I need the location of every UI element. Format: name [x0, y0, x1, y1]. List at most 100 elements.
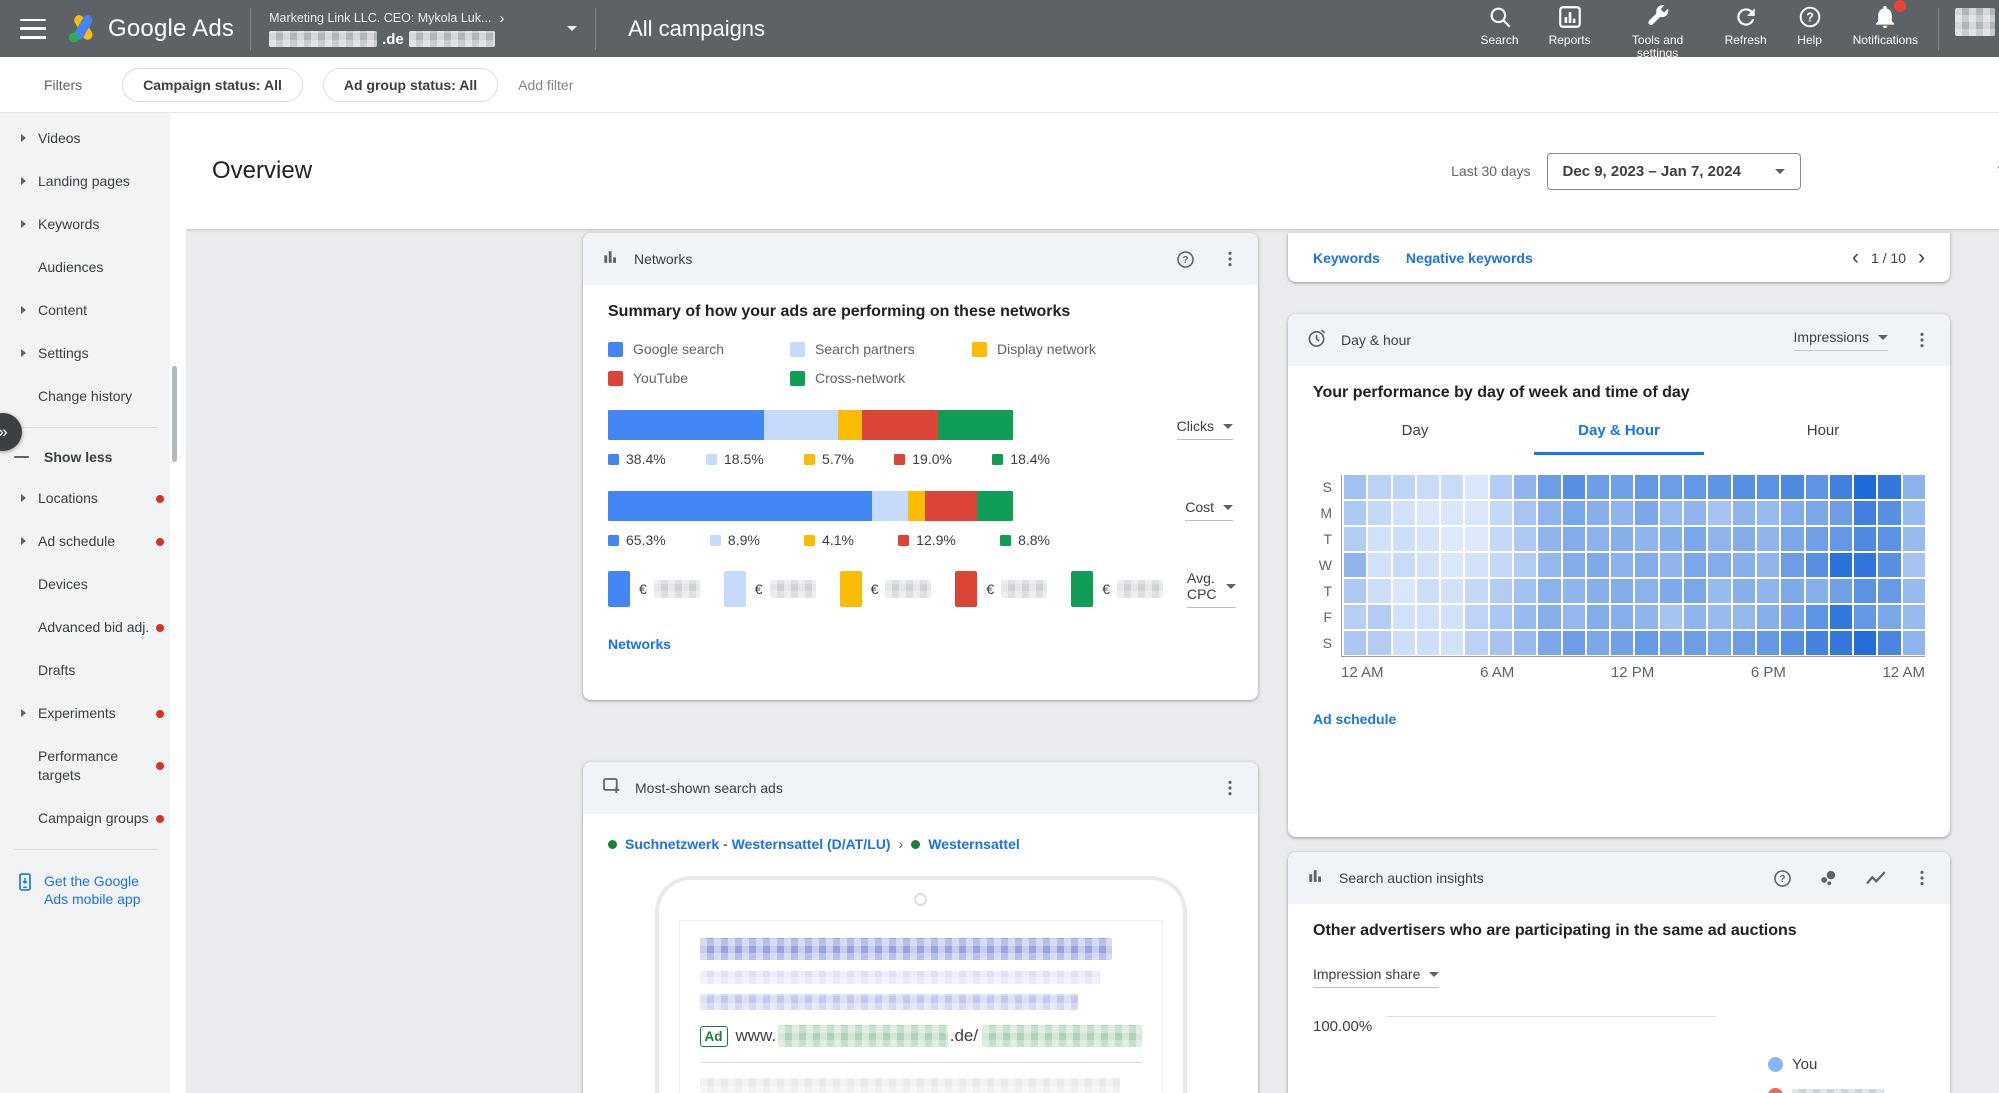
heatmap-cell-r5c14[interactable]: [1684, 605, 1706, 629]
account-selector[interactable]: Marketing Link LLC. CEO: Mykola Luk...› …: [253, 6, 563, 52]
heatmap-cell-r5c2[interactable]: [1393, 605, 1415, 629]
heatmap-cell-r4c12[interactable]: [1635, 579, 1657, 603]
heatmap-cell-r4c21[interactable]: [1854, 579, 1876, 603]
heatmap-cell-r2c4[interactable]: [1441, 527, 1463, 551]
heatmap-cell-r0c1[interactable]: [1368, 475, 1390, 499]
heatmap-cell-r6c1[interactable]: [1368, 631, 1390, 655]
heatmap-cell-r2c5[interactable]: [1465, 527, 1487, 551]
heatmap-cell-r0c21[interactable]: [1854, 475, 1876, 499]
heatmap-cell-r3c19[interactable]: [1806, 553, 1828, 577]
heatmap-cell-r2c14[interactable]: [1684, 527, 1706, 551]
heatmap-cell-r4c16[interactable]: [1733, 579, 1755, 603]
heatmap-cell-r3c21[interactable]: [1854, 553, 1876, 577]
heatmap-cell-r0c7[interactable]: [1514, 475, 1536, 499]
heatmap-cell-r3c3[interactable]: [1417, 553, 1439, 577]
heatmap-cell-r3c10[interactable]: [1587, 553, 1609, 577]
link-keywords[interactable]: Keywords: [1313, 250, 1380, 266]
heatmap-cell-r3c13[interactable]: [1660, 553, 1682, 577]
heatmap-cell-r3c23[interactable]: [1903, 553, 1925, 577]
heatmap-cell-r5c12[interactable]: [1635, 605, 1657, 629]
kebab-menu-icon[interactable]: [1220, 778, 1240, 798]
heatmap-cell-r4c9[interactable]: [1563, 579, 1585, 603]
add-filter-button[interactable]: Add filter: [518, 77, 573, 93]
heatmap-cell-r5c10[interactable]: [1587, 605, 1609, 629]
heatmap-cell-r5c8[interactable]: [1538, 605, 1560, 629]
heatmap-cell-r3c1[interactable]: [1368, 553, 1390, 577]
heatmap-cell-r6c7[interactable]: [1514, 631, 1536, 655]
sidebar-item-experiments[interactable]: Experiments: [0, 692, 170, 735]
heatmap-cell-r3c8[interactable]: [1538, 553, 1560, 577]
heatmap-cell-r4c4[interactable]: [1441, 579, 1463, 603]
heatmap-cell-r2c1[interactable]: [1368, 527, 1390, 551]
heatmap-cell-r4c2[interactable]: [1393, 579, 1415, 603]
heatmap-cell-r2c3[interactable]: [1417, 527, 1439, 551]
heatmap-cell-r4c20[interactable]: [1830, 579, 1852, 603]
heatmap-cell-r5c0[interactable]: [1344, 605, 1366, 629]
heatmap-cell-r0c16[interactable]: [1733, 475, 1755, 499]
kebab-menu-icon[interactable]: [1220, 249, 1240, 269]
heatmap-cell-r6c2[interactable]: [1393, 631, 1415, 655]
heatmap-cell-r6c5[interactable]: [1465, 631, 1487, 655]
heatmap-cell-r3c2[interactable]: [1393, 553, 1415, 577]
heatmap-cell-r2c15[interactable]: [1708, 527, 1730, 551]
heatmap-cell-r1c17[interactable]: [1757, 501, 1779, 525]
heatmap-cell-r0c15[interactable]: [1708, 475, 1730, 499]
sidebar-item-content[interactable]: Content: [0, 289, 170, 332]
heatmap-cell-r3c9[interactable]: [1563, 553, 1585, 577]
heatmap-cell-r2c19[interactable]: [1806, 527, 1828, 551]
heatmap-cell-r1c9[interactable]: [1563, 501, 1585, 525]
sidebar-item-locations[interactable]: Locations: [0, 477, 170, 520]
date-range-picker[interactable]: Dec 9, 2023 – Jan 7, 2024: [1547, 153, 1801, 190]
line-chart-icon[interactable]: [1864, 866, 1888, 890]
heatmap-cell-r6c11[interactable]: [1611, 631, 1633, 655]
heatmap-cell-r2c17[interactable]: [1757, 527, 1779, 551]
heatmap-cell-r2c7[interactable]: [1514, 527, 1536, 551]
heatmap-cell-r2c20[interactable]: [1830, 527, 1852, 551]
heatmap-cell-r3c15[interactable]: [1708, 553, 1730, 577]
heatmap-cell-r6c21[interactable]: [1854, 631, 1876, 655]
heatmap-cell-r3c5[interactable]: [1465, 553, 1487, 577]
heatmap-cell-r1c3[interactable]: [1417, 501, 1439, 525]
heatmap-cell-r6c15[interactable]: [1708, 631, 1730, 655]
heatmap-cell-r5c6[interactable]: [1490, 605, 1512, 629]
heatmap-cell-r6c14[interactable]: [1684, 631, 1706, 655]
heatmap-cell-r4c0[interactable]: [1344, 579, 1366, 603]
heatmap-cell-r1c23[interactable]: [1903, 501, 1925, 525]
heatmap-cell-r3c22[interactable]: [1878, 553, 1900, 577]
insights-icon[interactable]: [1817, 867, 1840, 890]
heatmap-cell-r4c1[interactable]: [1368, 579, 1390, 603]
sidebar-item-landing-pages[interactable]: Landing pages: [0, 160, 170, 203]
heatmap-cell-r6c22[interactable]: [1878, 631, 1900, 655]
heatmap-cell-r4c17[interactable]: [1757, 579, 1779, 603]
filter-chip-campaign-status-all[interactable]: Campaign status: All: [122, 68, 303, 102]
mobile-app-link[interactable]: Get the Google Ads mobile app: [0, 859, 170, 921]
heatmap-cell-r5c20[interactable]: [1830, 605, 1852, 629]
heatmap-cell-r0c11[interactable]: [1611, 475, 1633, 499]
impressions-selector[interactable]: Impressions: [1794, 329, 1888, 351]
heatmap-cell-r6c3[interactable]: [1417, 631, 1439, 655]
tab-hour[interactable]: Hour: [1721, 422, 1925, 455]
heatmap-cell-r0c17[interactable]: [1757, 475, 1779, 499]
heatmap-cell-r0c5[interactable]: [1465, 475, 1487, 499]
heatmap-cell-r0c4[interactable]: [1441, 475, 1463, 499]
ad-group-link[interactable]: Westernsattel: [928, 836, 1020, 852]
heatmap-cell-r6c18[interactable]: [1781, 631, 1803, 655]
heatmap-cell-r1c1[interactable]: [1368, 501, 1390, 525]
account-caret-icon[interactable]: [567, 26, 577, 31]
heatmap-cell-r4c7[interactable]: [1514, 579, 1536, 603]
sidebar-item-keywords[interactable]: Keywords: [0, 203, 170, 246]
networks-link[interactable]: Networks: [608, 636, 671, 652]
heatmap-cell-r4c22[interactable]: [1878, 579, 1900, 603]
heatmap-cell-r5c15[interactable]: [1708, 605, 1730, 629]
heatmap-cell-r6c16[interactable]: [1733, 631, 1755, 655]
heatmap-cell-r5c21[interactable]: [1854, 605, 1876, 629]
heatmap-cell-r4c18[interactable]: [1781, 579, 1803, 603]
heatmap-cell-r2c0[interactable]: [1344, 527, 1366, 551]
heatmap-cell-r1c5[interactable]: [1465, 501, 1487, 525]
sidebar-item-settings[interactable]: Settings: [0, 332, 170, 375]
heatmap-cell-r1c13[interactable]: [1660, 501, 1682, 525]
heatmap-cell-r0c13[interactable]: [1660, 475, 1682, 499]
heatmap-cell-r6c23[interactable]: [1903, 631, 1925, 655]
filter-chip-ad-group-status-all[interactable]: Ad group status: All: [323, 68, 498, 102]
heatmap-cell-r4c5[interactable]: [1465, 579, 1487, 603]
